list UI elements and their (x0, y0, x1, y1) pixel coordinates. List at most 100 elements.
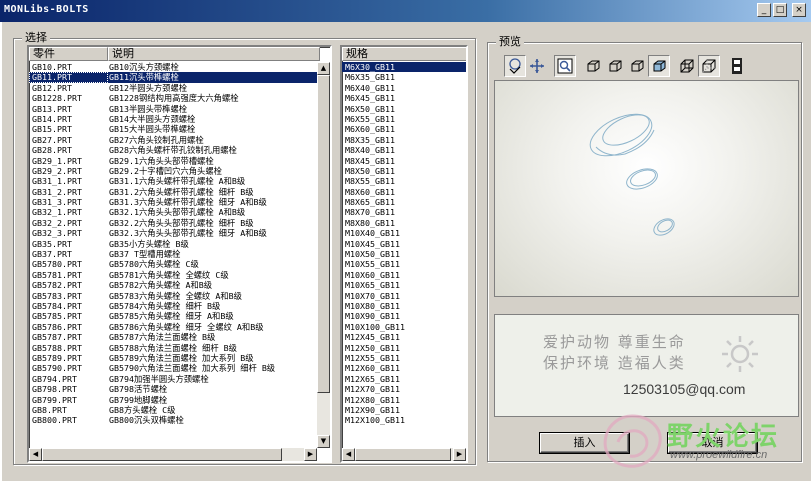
part-row[interactable]: GB15.PRT GB15大半圆头带榫螺栓 (29, 124, 330, 134)
part-row[interactable]: GB798.PRT GB798活节螺栓 (29, 384, 330, 394)
part-row[interactable]: GB27.PRT GB27六角头铰制孔用螺栓 (29, 135, 330, 145)
parts-vertical-scrollbar[interactable]: ▲ ▼ (317, 62, 330, 448)
part-row[interactable]: GB32_1.PRT GB32.1六角头头部带孔螺栓 A和B级 (29, 207, 330, 217)
part-row[interactable]: GB800.PRT GB800沉头双榫螺栓 (29, 415, 330, 425)
spec-item[interactable]: M6X50_GB11 (342, 104, 466, 114)
parts-listview[interactable]: 零件 说明 GB10.PRT GB10沉头方颈螺栓 GB11.PRT GB11沉头带榫… (27, 45, 332, 463)
scroll-left-icon[interactable]: ◀ (342, 448, 355, 461)
part-row[interactable]: GB12.PRT GB12半圆头方颈螺栓 (29, 83, 330, 93)
spec-item[interactable]: M10X80_GB11 (342, 301, 466, 311)
spec-item[interactable]: M12X90_GB11 (342, 405, 466, 415)
spec-item[interactable]: M8X35_GB11 (342, 135, 466, 145)
spin-view-icon[interactable] (504, 55, 526, 77)
parts-scroll-thumb[interactable] (317, 75, 330, 393)
view-side-icon[interactable] (604, 55, 626, 77)
spec-item[interactable]: M12X100_GB11 (342, 415, 466, 425)
spec-item[interactable]: M8X40_GB11 (342, 145, 466, 155)
part-row[interactable]: GB31_3.PRT GB31.3六角头螺杆带孔螺栓 细牙 A和B级 (29, 197, 330, 207)
spec-item[interactable]: M8X50_GB11 (342, 166, 466, 176)
view-top-icon[interactable] (626, 55, 648, 77)
scroll-right-icon[interactable]: ▶ (304, 448, 317, 461)
column-header-part[interactable]: 零件 (29, 47, 108, 61)
hidden-line-cube-icon[interactable] (698, 55, 720, 77)
model-preview-viewport[interactable] (494, 80, 799, 297)
part-row[interactable]: GB5783.PRT GB5783六角头螺栓 全螺纹 A和B级 (29, 291, 330, 301)
part-row[interactable]: GB35.PRT GB35小方头螺栓 B级 (29, 239, 330, 249)
part-row[interactable]: GB5782.PRT GB5782六角头螺栓 A和B级 (29, 280, 330, 290)
zoom-window-icon[interactable] (554, 55, 576, 77)
column-header-description[interactable]: 说明 (108, 47, 320, 61)
title-bar[interactable]: MONLibs-BOLTS _ □ × (0, 0, 811, 22)
spec-item[interactable]: M8X45_GB11 (342, 156, 466, 166)
parts-hscroll-thumb[interactable] (42, 448, 282, 461)
part-row[interactable]: GB5790.PRT GB5790六角法兰面螺栓 加大系列 细杆 B级 (29, 363, 330, 373)
part-row[interactable]: GB5785.PRT GB5785六角头螺栓 细牙 A和B级 (29, 311, 330, 321)
part-row[interactable]: GB1228.PRT GB1228钢结构用高强度大六角螺栓 (29, 93, 330, 103)
part-row[interactable]: GB799.PRT GB799地脚螺栓 (29, 395, 330, 405)
scroll-right-icon[interactable]: ▶ (453, 448, 466, 461)
spec-item[interactable]: M12X60_GB11 (342, 363, 466, 373)
spec-item[interactable]: M10X70_GB11 (342, 291, 466, 301)
spec-item[interactable]: M6X60_GB11 (342, 124, 466, 134)
view-front-icon[interactable] (582, 55, 604, 77)
part-row[interactable]: GB14.PRT GB14大半圆头方颈螺栓 (29, 114, 330, 124)
column-header-spec[interactable]: 规格 (342, 47, 466, 61)
spec-item[interactable]: M12X70_GB11 (342, 384, 466, 394)
spec-item[interactable]: M6X30_GB11 (342, 62, 466, 73)
spec-item[interactable]: M10X100_GB11 (342, 322, 466, 332)
spec-item[interactable]: M12X55_GB11 (342, 353, 466, 363)
part-row[interactable]: GB5781.PRT GB5781六角头螺栓 全螺纹 C级 (29, 270, 330, 280)
part-row[interactable]: GB29_2.PRT GB29.2十字槽凹穴六角头螺栓 (29, 166, 330, 176)
spec-item[interactable]: M12X45_GB11 (342, 332, 466, 342)
part-row[interactable]: GB11.PRT GB11沉头带榫螺栓 (29, 72, 330, 83)
part-row[interactable]: GB8.PRT GB8方头螺栓 C级 (29, 405, 330, 415)
spec-item[interactable]: M6X35_GB11 (342, 72, 466, 82)
part-row[interactable]: GB37.PRT GB37 T型槽用螺栓 (29, 249, 330, 259)
part-row[interactable]: GB31_1.PRT GB31.1六角头螺杆带孔螺栓 A和B级 (29, 176, 330, 186)
scroll-up-icon[interactable]: ▲ (317, 62, 330, 75)
part-row[interactable]: GB5787.PRT GB5787六角法兰面螺栓 B级 (29, 332, 330, 342)
minimize-button[interactable]: _ (757, 3, 771, 17)
spec-item[interactable]: M8X70_GB11 (342, 207, 466, 217)
spec-item[interactable]: M12X50_GB11 (342, 343, 466, 353)
spec-item[interactable]: M10X40_GB11 (342, 228, 466, 238)
part-row[interactable]: GB10.PRT GB10沉头方颈螺栓 (29, 62, 330, 72)
part-row[interactable]: GB32_2.PRT GB32.2六角头头部带孔螺栓 细杆 B级 (29, 218, 330, 228)
part-row[interactable]: GB32_3.PRT GB32.3六角头头部带孔螺栓 细牙 A和B级 (29, 228, 330, 238)
spec-item[interactable]: M6X40_GB11 (342, 83, 466, 93)
part-row[interactable]: GB5780.PRT GB5780六角头螺栓 C级 (29, 259, 330, 269)
spec-item[interactable]: M12X80_GB11 (342, 395, 466, 405)
spec-item[interactable]: M10X50_GB11 (342, 249, 466, 259)
spec-item[interactable]: M10X60_GB11 (342, 270, 466, 280)
pan-view-icon[interactable] (526, 55, 548, 77)
spec-item[interactable]: M8X65_GB11 (342, 197, 466, 207)
spec-item[interactable]: M6X55_GB11 (342, 114, 466, 124)
specs-hscroll-thumb[interactable] (355, 448, 451, 461)
parts-horizontal-scrollbar[interactable]: ◀ ▶ (29, 448, 317, 461)
specs-listview[interactable]: 规格 M6X30_GB11 M6X35_GB11 M6X40_GB11 M6X45_G… (340, 45, 468, 463)
part-row[interactable]: GB794.PRT GB794加强半圆头方颈螺栓 (29, 374, 330, 384)
spec-item[interactable]: M10X55_GB11 (342, 259, 466, 269)
part-row[interactable]: GB31_2.PRT GB31.2六角头螺杆带孔螺栓 细杆 B级 (29, 187, 330, 197)
spec-item[interactable]: M10X90_GB11 (342, 311, 466, 321)
specs-horizontal-scrollbar[interactable]: ◀ ▶ (342, 448, 466, 461)
spec-item[interactable]: M8X80_GB11 (342, 218, 466, 228)
spec-item[interactable]: M10X45_GB11 (342, 239, 466, 249)
part-row[interactable]: GB5788.PRT GB5788六角法兰面螺栓 细杆 B级 (29, 343, 330, 353)
spec-item[interactable]: M8X60_GB11 (342, 187, 466, 197)
spec-item[interactable]: M10X65_GB11 (342, 280, 466, 290)
scroll-down-icon[interactable]: ▼ (317, 435, 330, 448)
part-row[interactable]: GB5786.PRT GB5786六角头螺栓 细牙 全螺纹 A和B级 (29, 322, 330, 332)
part-row[interactable]: GB28.PRT GB28六角头螺杆带孔铰制孔用螺栓 (29, 145, 330, 155)
shaded-cube-icon[interactable] (648, 55, 670, 77)
close-button[interactable]: × (792, 3, 806, 17)
wireframe-cube-icon[interactable] (676, 55, 698, 77)
scroll-left-icon[interactable]: ◀ (29, 448, 42, 461)
part-row[interactable]: GB5789.PRT GB5789六角法兰面螺栓 加大系列 B级 (29, 353, 330, 363)
maximize-button[interactable]: □ (773, 3, 787, 17)
spec-item[interactable]: M6X45_GB11 (342, 93, 466, 103)
part-row[interactable]: GB29_1.PRT GB29.1六角头头部带槽螺栓 (29, 156, 330, 166)
spec-item[interactable]: M8X55_GB11 (342, 176, 466, 186)
film-strip-icon[interactable] (726, 55, 748, 77)
part-row[interactable]: GB13.PRT GB13半圆头带榫螺栓 (29, 104, 330, 114)
